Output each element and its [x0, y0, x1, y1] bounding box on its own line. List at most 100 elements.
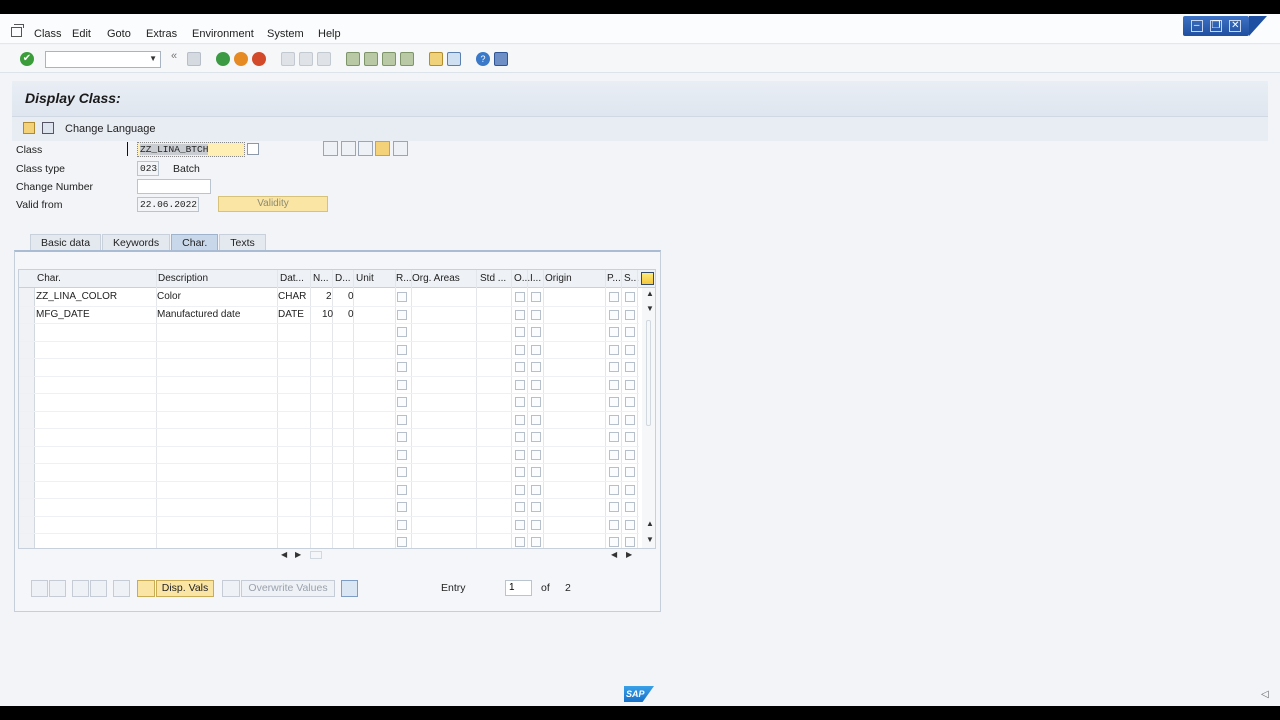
exit-icon[interactable] — [234, 52, 248, 66]
row-checkbox[interactable] — [515, 467, 525, 477]
row-checkbox[interactable] — [625, 292, 635, 302]
row-checkbox[interactable] — [397, 519, 407, 530]
row-checkbox[interactable] — [397, 344, 407, 355]
row-checkbox[interactable] — [515, 344, 525, 355]
row-checkbox[interactable] — [625, 309, 635, 320]
row-checkbox[interactable] — [397, 327, 407, 337]
disp-vals-icon[interactable] — [137, 580, 155, 597]
scroll-up-bottom-icon[interactable]: ▲ — [646, 520, 654, 528]
change-number-input[interactable] — [137, 179, 211, 194]
scroll-down-bottom-icon[interactable]: ▼ — [646, 536, 654, 544]
row-checkbox[interactable] — [515, 292, 525, 302]
find-icon[interactable] — [299, 52, 313, 66]
row-checkbox[interactable] — [397, 292, 407, 302]
menu-help[interactable]: Help — [318, 28, 341, 40]
scroll-left-icon[interactable]: ◀ — [281, 551, 287, 559]
value-help-icon[interactable] — [247, 143, 259, 155]
row-checkbox[interactable] — [531, 362, 541, 372]
row-checkbox[interactable] — [515, 449, 525, 460]
row-checkbox[interactable] — [515, 362, 525, 372]
row-checkbox[interactable] — [515, 397, 525, 407]
row-checkbox[interactable] — [531, 449, 541, 460]
row-checkbox[interactable] — [625, 344, 635, 355]
save-icon[interactable] — [187, 52, 201, 66]
row-checkbox[interactable] — [625, 467, 635, 477]
col-header-decimals[interactable]: D... — [335, 273, 351, 284]
row-checkbox[interactable] — [609, 344, 619, 355]
row-checkbox[interactable] — [397, 432, 407, 442]
row-checkbox[interactable] — [625, 537, 635, 547]
row-checkbox[interactable] — [515, 432, 525, 442]
deselect-all-icon[interactable] — [49, 580, 66, 597]
row-checkbox[interactable] — [531, 344, 541, 355]
enter-check-icon[interactable]: ✔ — [20, 52, 34, 66]
row-checkbox[interactable] — [625, 327, 635, 337]
table-row[interactable]: MFG_DATE Manufactured date DATE 10 0 — [19, 306, 639, 324]
row-checkbox[interactable] — [625, 414, 635, 425]
col-header-num-chars[interactable]: N... — [313, 273, 329, 284]
insert-line-icon[interactable] — [72, 580, 89, 597]
double-left-arrow-icon[interactable]: « — [171, 50, 185, 64]
row-checkbox[interactable] — [609, 327, 619, 337]
row-checkbox[interactable] — [531, 484, 541, 495]
row-checkbox[interactable] — [397, 467, 407, 477]
row-checkbox[interactable] — [397, 362, 407, 372]
find-in-list-icon[interactable] — [341, 580, 358, 597]
scroll-thumb[interactable] — [646, 320, 651, 426]
row-checkbox[interactable] — [609, 292, 619, 302]
back-icon[interactable] — [216, 52, 230, 66]
change-language-button[interactable]: Change Language — [65, 123, 156, 135]
copy-line-icon[interactable] — [90, 580, 107, 597]
row-checkbox[interactable] — [531, 309, 541, 320]
hscroll-thumb[interactable] — [310, 551, 322, 559]
row-checkbox[interactable] — [625, 379, 635, 390]
row-checkbox[interactable] — [609, 467, 619, 477]
row-checkbox[interactable] — [625, 432, 635, 442]
menu-class[interactable]: Class — [34, 28, 62, 40]
menu-extras[interactable]: Extras — [146, 28, 177, 40]
last-page-icon[interactable] — [400, 52, 414, 66]
row-checkbox[interactable] — [531, 414, 541, 425]
menu-system[interactable]: System — [267, 28, 304, 40]
app-menu-icon[interactable] — [11, 24, 24, 37]
customize-layout-icon[interactable] — [494, 52, 508, 66]
copy-icon[interactable] — [375, 141, 390, 156]
restore-icon[interactable]: ❐ — [1209, 20, 1222, 32]
command-field[interactable]: ▼ — [45, 51, 161, 68]
row-checkbox[interactable] — [609, 432, 619, 442]
col-header-data-type[interactable]: Dat... — [280, 273, 304, 284]
row-checkbox[interactable] — [397, 414, 407, 425]
col-header-p[interactable]: P... — [607, 273, 621, 284]
new-session-icon[interactable] — [429, 52, 443, 66]
row-checkbox[interactable] — [397, 397, 407, 407]
help-icon[interactable]: ? — [476, 52, 490, 66]
overwrite-values-button[interactable]: Overwrite Values — [241, 580, 335, 597]
vertical-scrollbar[interactable]: ▲ ▼ ▲ ▼ — [642, 288, 655, 548]
print-icon[interactable] — [281, 52, 295, 66]
menu-environment[interactable]: Environment — [192, 28, 254, 40]
row-checkbox[interactable] — [609, 502, 619, 512]
edit-pencil-icon[interactable] — [341, 141, 356, 156]
row-checkbox[interactable] — [625, 362, 635, 372]
row-checkbox[interactable] — [531, 537, 541, 547]
class-type-input[interactable]: 023 — [137, 161, 159, 176]
class-input[interactable]: ZZ_LINA_BTCH — [137, 142, 245, 157]
minimize-icon[interactable]: – — [1190, 20, 1203, 32]
row-checkbox[interactable] — [515, 502, 525, 512]
row-checkbox[interactable] — [531, 379, 541, 390]
status-toggle-icon[interactable]: ◁ — [1261, 689, 1269, 700]
scroll-up-icon[interactable]: ▲ — [646, 290, 654, 298]
row-checkbox[interactable] — [531, 467, 541, 477]
menu-goto[interactable]: Goto — [107, 28, 131, 40]
row-checkbox[interactable] — [515, 414, 525, 425]
row-checkbox[interactable] — [397, 502, 407, 512]
chevron-down-icon[interactable]: ▼ — [149, 54, 157, 63]
close-icon[interactable]: ✕ — [1229, 20, 1242, 32]
row-checkbox[interactable] — [609, 519, 619, 530]
row-checkbox[interactable] — [609, 379, 619, 390]
menu-edit[interactable]: Edit — [72, 28, 91, 40]
col-header-org-areas[interactable]: Org. Areas — [412, 273, 460, 284]
cancel-icon[interactable] — [252, 52, 266, 66]
row-checkbox[interactable] — [397, 309, 407, 320]
row-checkbox[interactable] — [625, 519, 635, 530]
